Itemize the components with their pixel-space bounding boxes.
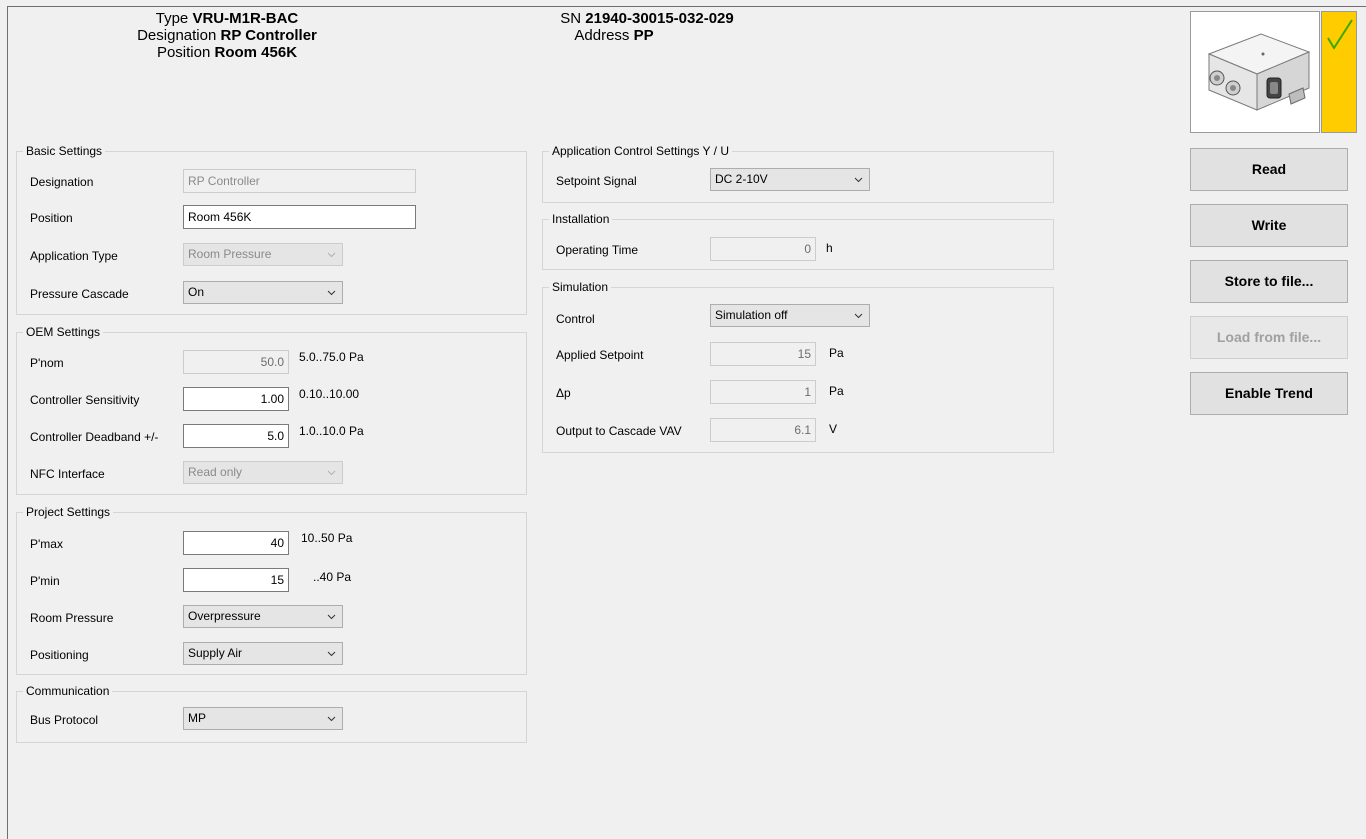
designation-header-label: Designation: [137, 27, 217, 44]
simulation-control-label: Control: [556, 312, 595, 326]
installation-title: Installation: [549, 212, 613, 226]
application-control-title: Application Control Settings Y / U: [549, 144, 732, 158]
designation-field[interactable]: RP Controller: [183, 169, 416, 193]
application-type-label: Application Type: [30, 249, 118, 263]
controller-deadband-field[interactable]: 5.0: [183, 424, 289, 448]
pmin-field[interactable]: 15: [183, 568, 289, 592]
operating-time-unit: h: [826, 241, 833, 255]
actuator-device-icon: [1207, 33, 1311, 111]
device-info-right: SN 21940-30015-032-029 Address PP: [497, 10, 797, 44]
pmax-label: P'max: [30, 537, 63, 551]
controller-deadband-label: Controller Deadband +/-: [30, 430, 159, 444]
output-cascade-field[interactable]: 6.1: [710, 418, 816, 442]
room-pressure-label: Room Pressure: [30, 611, 114, 625]
device-info-left: Type VRU-M1R-BAC Designation RP Controll…: [77, 10, 377, 61]
read-button[interactable]: Read: [1190, 148, 1348, 191]
chevron-down-icon: [327, 290, 336, 296]
chevron-down-icon: [854, 177, 863, 183]
chevron-down-icon: [327, 470, 336, 476]
sn-value: 21940-30015-032-029: [585, 10, 734, 27]
designation-label: Designation: [30, 175, 94, 189]
chevron-down-icon: [327, 651, 336, 657]
pmax-range: 10..50 Pa: [301, 531, 353, 545]
controller-deadband-range: 1.0..10.0 Pa: [299, 424, 364, 438]
address-value: PP: [633, 27, 654, 44]
chevron-down-icon: [327, 614, 336, 620]
applied-setpoint-unit: Pa: [829, 346, 844, 360]
room-pressure-value: Overpressure: [188, 609, 261, 623]
enable-trend-button[interactable]: Enable Trend: [1190, 372, 1348, 415]
simulation-title: Simulation: [549, 280, 612, 294]
position-header-label: Position: [156, 44, 211, 61]
nfc-interface-label: NFC Interface: [30, 467, 105, 481]
position-label: Position: [30, 211, 73, 225]
positioning-select[interactable]: Supply Air: [183, 642, 343, 665]
bus-protocol-select[interactable]: MP: [183, 707, 343, 730]
controller-sensitivity-label: Controller Sensitivity: [30, 393, 140, 407]
setpoint-signal-label: Setpoint Signal: [556, 174, 637, 188]
bus-protocol-value: MP: [188, 711, 206, 725]
operating-time-label: Operating Time: [556, 243, 639, 257]
basic-settings-title: Basic Settings: [23, 144, 106, 158]
status-indicator: [1321, 11, 1357, 133]
device-image: [1190, 11, 1320, 133]
pnom-field[interactable]: 50.0: [183, 350, 289, 374]
pressure-cascade-value: On: [188, 285, 205, 299]
operating-time-field[interactable]: 0: [710, 237, 816, 261]
nfc-interface-value: Read only: [188, 465, 243, 479]
positioning-value: Supply Air: [188, 646, 243, 660]
address-label: Address: [574, 27, 630, 44]
type-label: Type: [155, 10, 189, 27]
communication-title: Communication: [23, 684, 113, 698]
applied-setpoint-field[interactable]: 15: [710, 342, 816, 366]
delta-p-label: Δp: [556, 386, 571, 400]
output-cascade-label: Output to Cascade VAV: [556, 424, 682, 438]
controller-sensitivity-field[interactable]: 1.00: [183, 387, 289, 411]
pmax-field[interactable]: 40: [183, 531, 289, 555]
positioning-label: Positioning: [30, 648, 89, 662]
nfc-interface-select[interactable]: Read only: [183, 461, 343, 484]
project-settings-title: Project Settings: [23, 505, 114, 519]
bus-protocol-label: Bus Protocol: [30, 713, 99, 727]
pnom-range: 5.0..75.0 Pa: [299, 350, 364, 364]
output-cascade-unit: V: [829, 422, 838, 436]
checkmark-icon: [1327, 19, 1353, 50]
position-header-value: Room 456K: [214, 44, 298, 61]
setpoint-signal-value: DC 2-10V: [715, 172, 768, 186]
write-button[interactable]: Write: [1190, 204, 1348, 247]
controller-sensitivity-range: 0.10..10.00: [299, 387, 360, 401]
type-value: VRU-M1R-BAC: [192, 10, 299, 27]
application-type-select[interactable]: Room Pressure: [183, 243, 343, 266]
store-to-file-button[interactable]: Store to file...: [1190, 260, 1348, 303]
pressure-cascade-select[interactable]: On: [183, 281, 343, 304]
delta-p-unit: Pa: [829, 384, 844, 398]
simulation-control-select[interactable]: Simulation off: [710, 304, 870, 327]
position-field[interactable]: Room 456K: [183, 205, 416, 229]
pressure-cascade-label: Pressure Cascade: [30, 287, 129, 301]
oem-settings-title: OEM Settings: [23, 325, 104, 339]
designation-header-value: RP Controller: [220, 27, 317, 44]
chevron-down-icon: [327, 252, 336, 258]
pmin-label: P'min: [30, 574, 60, 588]
pnom-label: P'nom: [30, 356, 64, 370]
room-pressure-select[interactable]: Overpressure: [183, 605, 343, 628]
sn-label: SN: [560, 10, 582, 27]
load-from-file-button[interactable]: Load from file...: [1190, 316, 1348, 359]
application-type-value: Room Pressure: [188, 247, 272, 261]
applied-setpoint-label: Applied Setpoint: [556, 348, 644, 362]
pmin-range: ..40 Pa: [313, 570, 352, 584]
delta-p-field[interactable]: 1: [710, 380, 816, 404]
chevron-down-icon: [327, 716, 336, 722]
simulation-control-value: Simulation off: [715, 308, 788, 322]
setpoint-signal-select[interactable]: DC 2-10V: [710, 168, 870, 191]
chevron-down-icon: [854, 313, 863, 319]
